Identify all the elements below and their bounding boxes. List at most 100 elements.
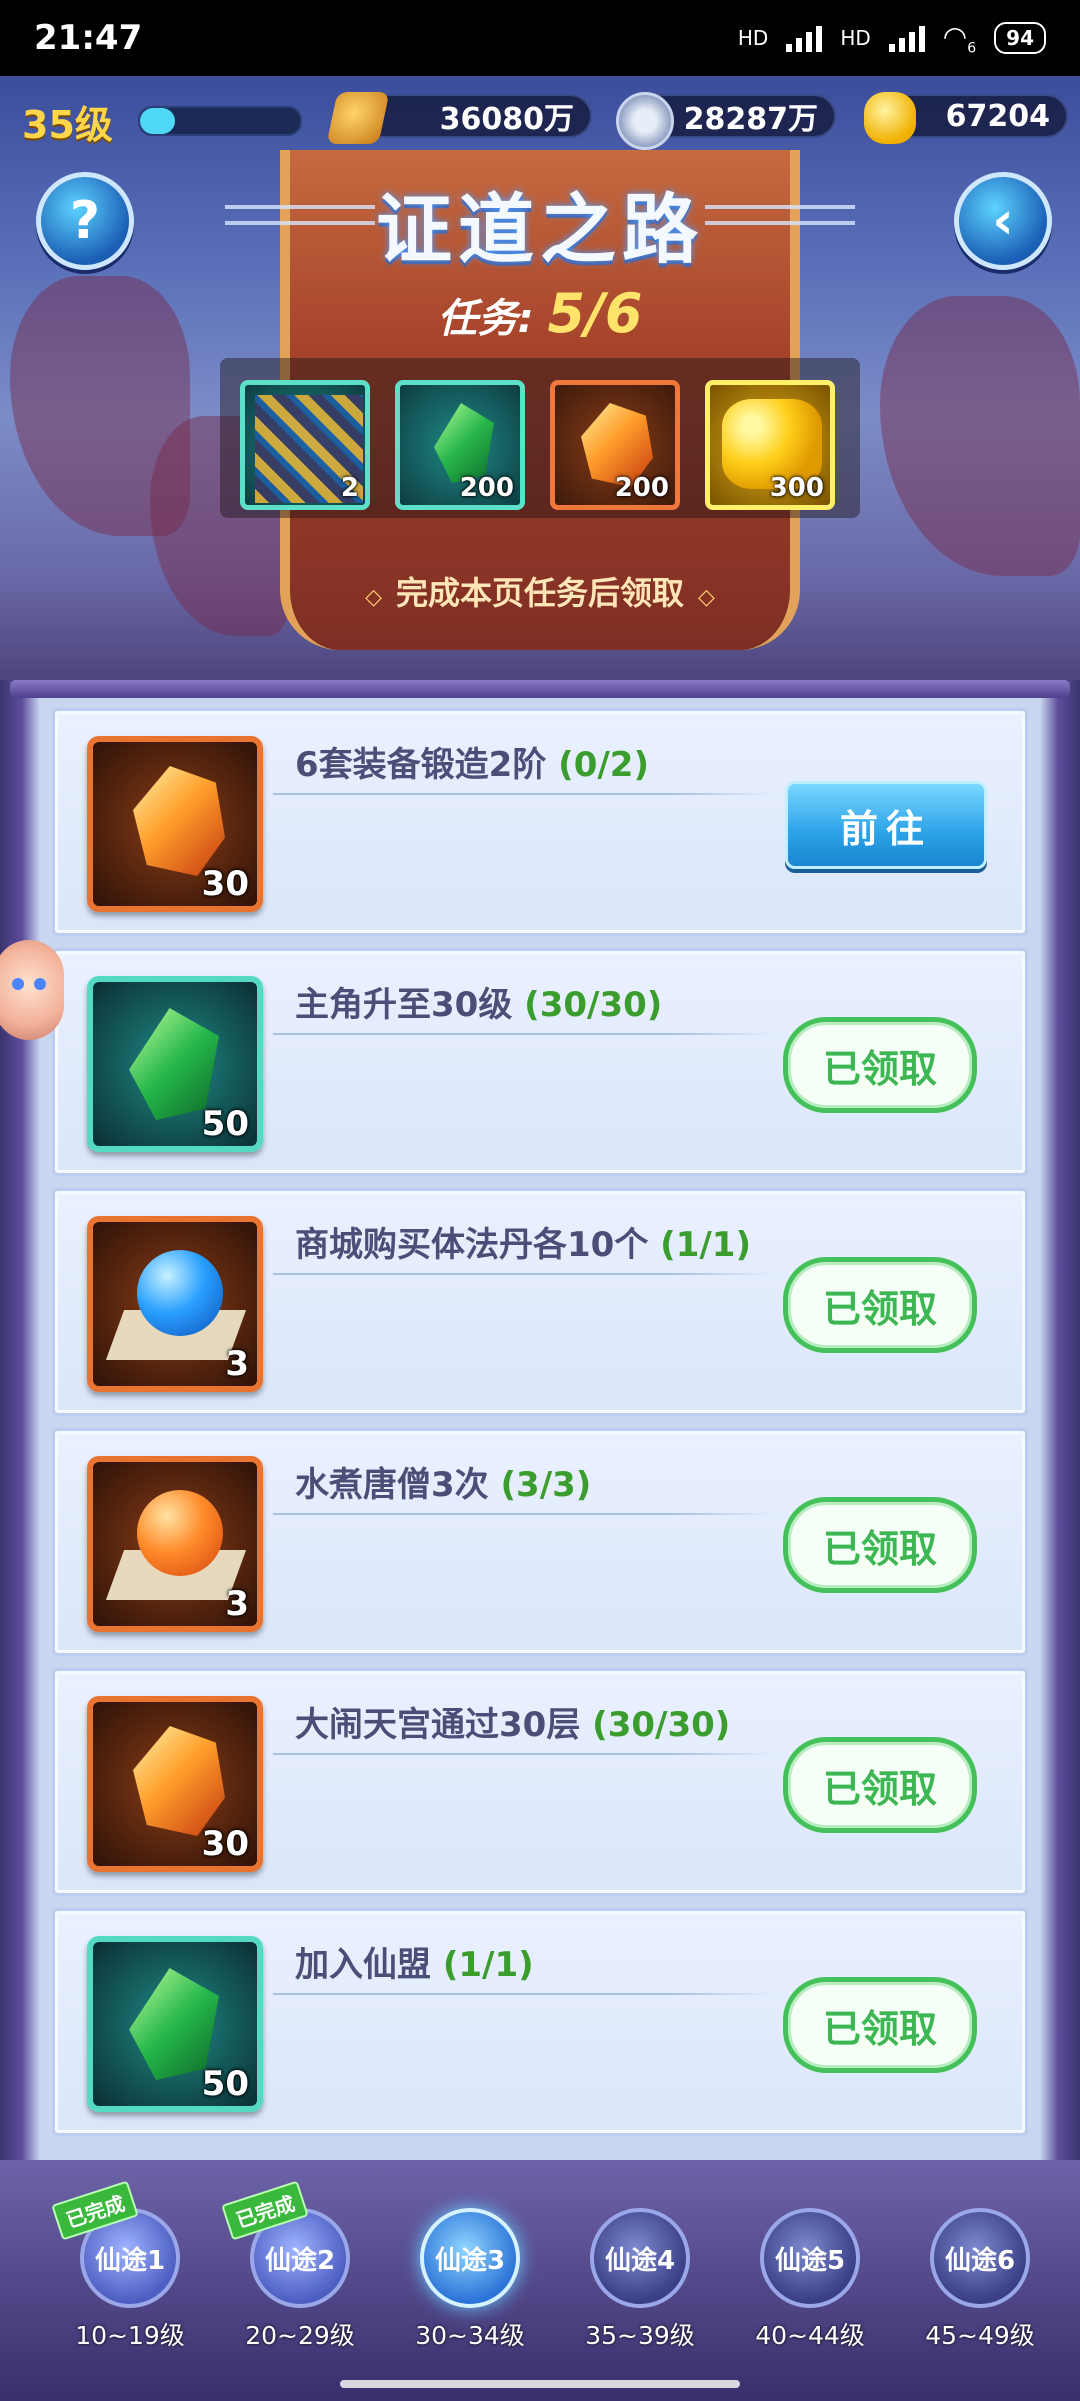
- stage-tab-3[interactable]: 仙途3 30~34级: [395, 2208, 545, 2352]
- orange-stone-icon: [133, 766, 225, 876]
- stage-tab-4[interactable]: 仙途4 35~39级: [565, 2208, 715, 2352]
- top-bar: 35级 36080万 28287万 67204: [0, 90, 1080, 150]
- stage-range: 10~19级: [75, 2321, 185, 2350]
- claimed-button[interactable]: 已领取: [783, 1257, 977, 1353]
- status-bar: 21:47 HD HD ◠6 94: [0, 0, 1080, 76]
- task-reward-count: 50: [201, 2064, 249, 2104]
- task-description: 水煮唐僧3次 (3/3): [295, 1457, 591, 1506]
- back-button[interactable]: ‹: [954, 172, 1052, 270]
- task-reward-count: 30: [201, 1824, 249, 1864]
- task-name: 水煮唐僧3次: [295, 1465, 489, 1505]
- stage-tab-5[interactable]: 仙途5 40~44级: [735, 2208, 885, 2352]
- task-reward[interactable]: 3: [87, 1216, 263, 1392]
- task-row: 50 主角升至30级 (30/30) 已领取: [52, 948, 1028, 1176]
- claim-hint: 完成本页任务后领取: [0, 568, 1080, 614]
- power-icon: [326, 92, 390, 144]
- floating-avatar[interactable]: [0, 940, 64, 1040]
- task-row: 3 水煮唐僧3次 (3/3) 已领取: [52, 1428, 1028, 1656]
- stage-tab-6[interactable]: 仙途6 45~49级: [905, 2208, 1055, 2352]
- task-progress-count: (0/2): [558, 745, 649, 785]
- divider: [273, 1753, 773, 1755]
- signal-icon-2: [888, 24, 925, 52]
- task-reward[interactable]: 30: [87, 736, 263, 912]
- status-time: 21:47: [34, 18, 143, 58]
- exp-bar-fill: [140, 108, 176, 134]
- stage-tab-1[interactable]: 已完成 仙途1 10~19级: [51, 2180, 205, 2352]
- divider: [273, 1993, 773, 1995]
- task-description: 6套装备锻造2阶 (0/2): [295, 737, 649, 786]
- wifi-label: 6: [967, 40, 977, 57]
- task-progress: 任务: 5/6: [0, 282, 1080, 345]
- stage-range: 45~49级: [925, 2321, 1035, 2350]
- claimed-button[interactable]: 已领取: [783, 1497, 977, 1593]
- power-display: 36080万: [326, 92, 592, 144]
- task-label: 任务:: [437, 296, 534, 342]
- reward-slot[interactable]: 200: [395, 380, 525, 510]
- coin-display[interactable]: 28287万: [616, 92, 836, 150]
- task-reward-count: 50: [201, 1104, 249, 1144]
- task-description: 商城购买体法丹各10个 (1/1): [295, 1217, 751, 1266]
- blue-pill-icon: [137, 1250, 223, 1336]
- gold-ingot-icon: [864, 92, 916, 144]
- reward-count: 2: [340, 473, 359, 503]
- task-progress-value: 5/6: [547, 282, 643, 345]
- stage-range: 35~39级: [585, 2321, 695, 2350]
- reward-slot[interactable]: 200: [550, 380, 680, 510]
- claimed-button[interactable]: 已领取: [783, 1737, 977, 1833]
- task-reward-count: 30: [201, 864, 249, 904]
- task-name: 6套装备锻造2阶: [295, 745, 547, 785]
- stage-range: 40~44级: [755, 2321, 865, 2350]
- orange-stone-icon: [133, 1726, 225, 1836]
- task-reward[interactable]: 3: [87, 1456, 263, 1632]
- task-row: 50 加入仙盟 (1/1) 已领取: [52, 1908, 1028, 2136]
- task-name: 大闹天宫通过30层: [295, 1705, 581, 1745]
- task-reward[interactable]: 50: [87, 976, 263, 1152]
- exp-bar: [138, 106, 302, 136]
- divider: [273, 793, 773, 795]
- status-icons: HD HD ◠6 94: [738, 19, 1046, 57]
- orange-pill-icon: [137, 1490, 223, 1576]
- claimed-button[interactable]: 已领取: [783, 1017, 977, 1113]
- reward-count: 300: [769, 473, 824, 503]
- task-name: 加入仙盟: [295, 1945, 431, 1985]
- task-reward-count: 3: [225, 1584, 249, 1624]
- back-arrow-icon: ‹: [992, 191, 1014, 251]
- task-row: 30 大闹天宫通过30层 (30/30) 已领取: [52, 1668, 1028, 1896]
- copper-coin-icon: [616, 92, 674, 150]
- task-progress-count: (30/30): [524, 985, 663, 1025]
- task-panel-top-border: [10, 680, 1070, 698]
- power-value: 36080万: [439, 102, 574, 137]
- task-progress-count: (1/1): [442, 1945, 534, 1985]
- stage-label: 仙途6: [930, 2208, 1030, 2308]
- go-button[interactable]: 前往: [785, 781, 987, 869]
- help-button[interactable]: ?: [36, 172, 134, 270]
- task-progress-count: (30/30): [592, 1705, 731, 1745]
- green-gem-icon: [434, 403, 494, 483]
- reward-slot[interactable]: 2: [240, 380, 370, 510]
- battery-icon: 94: [994, 22, 1046, 54]
- stage-label: 仙途4: [590, 2208, 690, 2308]
- page-title: 证道之路: [376, 185, 704, 274]
- signal-icon: [786, 24, 823, 52]
- divider: [273, 1033, 773, 1035]
- task-description: 大闹天宫通过30层 (30/30): [295, 1697, 730, 1746]
- stage-label: 仙途3: [420, 2208, 520, 2308]
- task-description: 加入仙盟 (1/1): [295, 1937, 534, 1986]
- gold-display[interactable]: 67204: [864, 92, 1068, 144]
- wifi-icon: ◠6: [942, 19, 977, 57]
- claimed-button[interactable]: 已领取: [783, 1977, 977, 2073]
- task-reward[interactable]: 50: [87, 1936, 263, 2112]
- gold-value: 67204: [945, 98, 1050, 134]
- task-reward[interactable]: 30: [87, 1696, 263, 1872]
- avatar-eye: [34, 978, 46, 990]
- reward-slot[interactable]: 300: [705, 380, 835, 510]
- home-indicator[interactable]: [340, 2380, 740, 2388]
- task-name: 主角升至30级: [295, 985, 513, 1025]
- stage-range: 20~29级: [245, 2321, 355, 2350]
- hd-label-2: HD: [840, 26, 871, 50]
- stage-tab-2[interactable]: 已完成 仙途2 20~29级: [221, 2180, 375, 2352]
- question-icon: ?: [69, 191, 101, 251]
- task-row: 30 6套装备锻造2阶 (0/2) 前往: [52, 708, 1028, 936]
- avatar-eye: [12, 978, 24, 990]
- divider: [273, 1273, 773, 1275]
